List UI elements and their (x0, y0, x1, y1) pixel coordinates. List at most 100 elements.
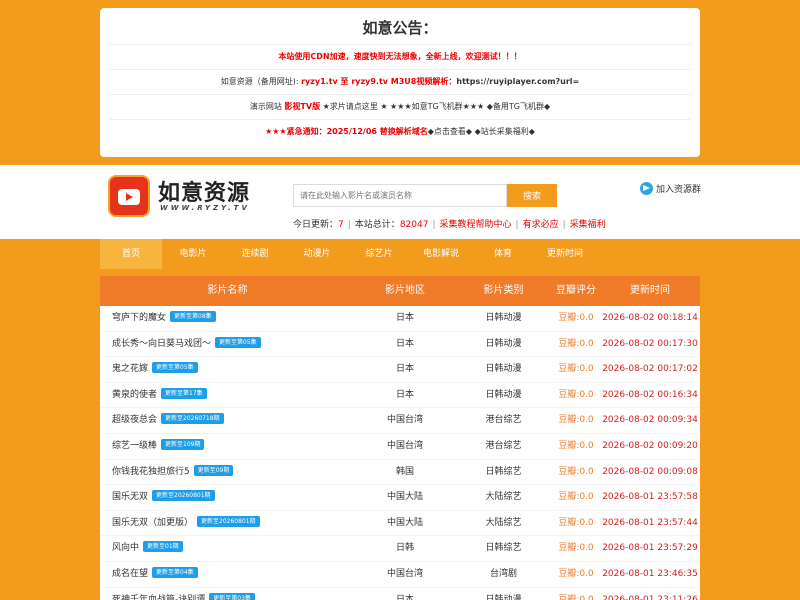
video-title-link[interactable]: 穹庐下的魔女 (112, 313, 166, 323)
welfare-link[interactable]: 采集福利 (570, 220, 606, 230)
score-cell: 豆瓣:0.0 (558, 364, 594, 375)
join-group-link[interactable]: 加入资源群 (640, 182, 701, 195)
region-cell: 中国台湾 (386, 440, 423, 451)
table-row[interactable]: 穹庐下的魔女 更新至第08集 日本 日韩动漫 豆瓣:0.0 2026-08-02 00:1… (100, 306, 700, 332)
score-cell: 豆瓣:0.0 (558, 440, 594, 451)
type-cell: 大陆综艺 (485, 492, 522, 503)
video-name-cell: 国乐无双 更新至20260801期 (100, 485, 355, 510)
region-cell: 日本 (395, 364, 414, 375)
video-title-link[interactable]: 黄泉的使者 (112, 390, 157, 400)
video-title-link[interactable]: 国乐无双 (112, 492, 148, 502)
time-cell: 2026-08-01 23:57:58 (602, 492, 698, 503)
score-cell: 豆瓣:0.0 (558, 415, 594, 426)
video-name-cell: 死神千年血战篇-诀别谭 更新至第03集 (100, 588, 355, 600)
update-badge: 更新至第05集 (215, 336, 261, 348)
video-list-table: 影片名称 影片地区 影片类别 豆瓣评分 更新时间 穹庐下的魔女 更新至第08集 日本… (100, 276, 700, 600)
video-title-link[interactable]: 死神千年血战篇-诀别谭 (112, 595, 205, 600)
score-cell: 豆瓣:0.0 (558, 543, 594, 554)
table-row[interactable]: 综艺一级棒 更新至109期 中国台湾 港台综艺 豆瓣:0.0 2026-08-02 00:… (100, 434, 700, 460)
site-logo-icon[interactable] (108, 175, 150, 217)
nav-item[interactable]: 体育 (472, 239, 534, 269)
backup-domains-link[interactable]: ryzy1.tv 至 ryzy9.tv M3U8视频解析： (301, 77, 456, 86)
tv-version-link[interactable]: 影视TV版 (284, 102, 320, 111)
site-logo-domain: WWW.RYZY.TV (160, 204, 250, 212)
nav-item[interactable]: 电影片 (162, 239, 224, 269)
search-input[interactable] (293, 184, 507, 207)
request-and-tg-links[interactable]: ★求片请点这里 ★ ★★★如意TG飞机群★★★ ◆备用TG飞机群◆ (320, 102, 551, 111)
demo-site-label: 演示网站 (249, 102, 285, 111)
video-name-cell: 成长秀～向日葵马戏团～ 更新至第05集 (100, 332, 355, 357)
header-region: 影片地区 (385, 285, 425, 296)
type-cell: 日韩动漫 (485, 338, 522, 349)
video-title-link[interactable]: 综艺一级棒 (112, 441, 157, 451)
region-cell: 日本 (395, 594, 414, 600)
urgent-notice-text: ★★★紧急通知：2025/12/06 替换解析域名 (265, 127, 428, 136)
update-badge: 更新至第04集 (152, 566, 198, 578)
nav-item[interactable]: 首页 (100, 239, 162, 269)
time-cell: 2026-08-02 00:17:02 (602, 364, 698, 375)
type-cell: 日韩综艺 (485, 543, 522, 554)
announcement-title: 如意公告： (362, 19, 438, 37)
update-badge: 更新至20260718期 (161, 413, 224, 425)
nav-item[interactable]: 更新时间 (534, 239, 596, 269)
video-title-link[interactable]: 你钱我花独担旅行5 (112, 467, 190, 477)
video-name-cell: 国乐无双（加更版） 更新至20260801期 (100, 511, 355, 536)
table-row[interactable]: 超级夜总会 更新至20260718期 中国台湾 港台综艺 豆瓣:0.0 2026-08-0… (100, 408, 700, 434)
table-row[interactable]: 死神千年血战篇-诀别谭 更新至第03集 日本 日韩动漫 豆瓣:0.0 2026-08-01… (100, 588, 700, 600)
time-cell: 2026-08-02 00:09:08 (602, 466, 698, 477)
table-row[interactable]: 黄泉的使者 更新至第17集 日本 日韩动漫 豆瓣:0.0 2026-08-02 00:16… (100, 383, 700, 409)
join-group-label: 加入资源群 (656, 185, 702, 195)
type-cell: 港台综艺 (485, 440, 522, 451)
score-cell: 豆瓣:0.0 (558, 517, 594, 528)
video-title-link[interactable]: 成名在望 (112, 569, 148, 579)
time-cell: 2026-08-02 00:17:30 (602, 338, 698, 349)
nav-item[interactable]: 综艺片 (348, 239, 410, 269)
video-title-link[interactable]: 国乐无双（加更版） (112, 518, 193, 528)
main-nav: 首页 电影片 连续剧 动漫片 综艺片 电影解说 体育 更新时间 (0, 239, 800, 269)
table-row[interactable]: 你钱我花独担旅行5 更新至09期 韩国 日韩综艺 豆瓣:0.0 2026-08-02 00… (100, 460, 700, 486)
player-url-link[interactable]: https://ruyiplayer.com?url= (456, 77, 579, 86)
update-badge: 更新至第08集 (170, 311, 216, 322)
announcement-line-3: 演示网站 影视TV版 ★求片请点这里 ★ ★★★如意TG飞机群★★★ ◆备用TG… (110, 94, 690, 119)
table-row[interactable]: 成长秀～向日葵马戏团～ 更新至第05集 日本 日韩动漫 豆瓣:0.0 2026-08-02… (100, 332, 700, 358)
table-row[interactable]: 国乐无双 更新至20260801期 中国大陆 大陆综艺 豆瓣:0.0 2026-08-01… (100, 485, 700, 511)
video-title-link[interactable]: 风向中 (112, 543, 139, 553)
update-badge: 更新至第05集 (152, 362, 198, 374)
table-row[interactable]: 成名在望 更新至第04集 中国台湾 台湾剧 豆瓣:0.0 2026-08-01 23:46… (100, 562, 700, 588)
urgent-notice-links[interactable]: ◆点击查看◆ ◆站长采集福利◆ (428, 127, 535, 136)
time-cell: 2026-08-02 00:09:20 (602, 440, 698, 451)
score-cell: 豆瓣:0.0 (558, 568, 594, 579)
tutorial-link[interactable]: 采集教程帮助中心 (440, 220, 512, 230)
type-cell: 日韩动漫 (485, 364, 522, 375)
time-cell: 2026-08-01 23:57:29 (602, 543, 698, 554)
video-title-link[interactable]: 成长秀～向日葵马戏团～ (112, 339, 211, 349)
site-header: 如意资源 WWW.RYZY.TV 搜索 加入资源群 今日更新：7|本站总计：82… (0, 165, 800, 239)
video-title-link[interactable]: 鬼之花嫁 (112, 364, 148, 374)
nav-item[interactable]: 动漫片 (286, 239, 348, 269)
table-row[interactable]: 鬼之花嫁 更新至第05集 日本 日韩动漫 豆瓣:0.0 2026-08-02 00:17:… (100, 357, 700, 383)
header-type: 影片类别 (483, 285, 524, 296)
video-name-cell: 你钱我花独担旅行5 更新至09期 (100, 460, 355, 485)
region-cell: 日本 (395, 338, 414, 349)
table-header: 影片名称 影片地区 影片类别 豆瓣评分 更新时间 (100, 276, 700, 306)
total-label: 本站总计： (354, 220, 400, 230)
video-name-cell: 综艺一级棒 更新至109期 (100, 434, 355, 459)
search-button[interactable]: 搜索 (507, 184, 557, 207)
backup-domain-label: 如意资源（备用网址): (220, 77, 302, 86)
region-cell: 日本 (395, 389, 414, 400)
time-cell: 2026-08-01 23:46:35 (602, 568, 698, 579)
nav-item[interactable]: 电影解说 (410, 239, 472, 269)
score-cell: 豆瓣:0.0 (558, 594, 594, 600)
announcement-line-4: ★★★紧急通知：2025/12/06 替换解析域名◆点击查看◆ ◆站长采集福利◆ (110, 119, 690, 144)
region-cell: 中国台湾 (386, 415, 423, 426)
site-logo-text[interactable]: 如意资源 (158, 175, 250, 207)
table-row[interactable]: 风向中 更新至01期 日韩 日韩综艺 豆瓣:0.0 2026-08-01 23:57:29 (100, 536, 700, 562)
announcement-line-2: 如意资源（备用网址): ryzy1.tv 至 ryzy9.tv M3U8视频解析… (110, 69, 690, 94)
update-badge: 更新至第17集 (161, 387, 207, 399)
request-link[interactable]: 有求必应 (523, 220, 559, 230)
nav-item[interactable]: 连续剧 (224, 239, 286, 269)
type-cell: 台湾剧 (489, 568, 517, 579)
table-row[interactable]: 国乐无双（加更版） 更新至20260801期 中国大陆 大陆综艺 豆瓣:0.0 2026-… (100, 511, 700, 537)
video-title-link[interactable]: 超级夜总会 (112, 415, 157, 425)
region-cell: 日韩 (395, 543, 414, 554)
